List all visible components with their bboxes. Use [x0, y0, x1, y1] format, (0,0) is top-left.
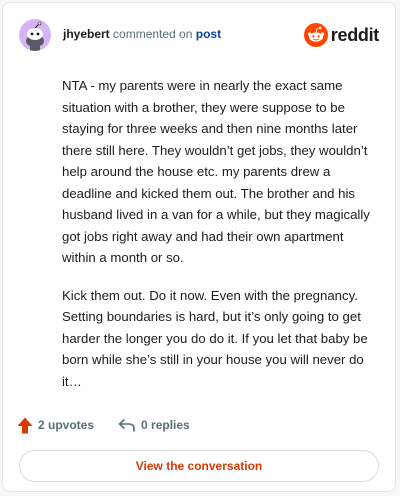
comment-header: jhyebert commented on post reddit [19, 19, 379, 51]
comment-byline: jhyebert commented on post [63, 27, 221, 41]
view-conversation-button[interactable]: View the conversation [19, 450, 379, 482]
post-link[interactable]: post [196, 27, 221, 41]
reply-arrow-icon [118, 419, 135, 432]
byline-action-text: commented on [113, 27, 193, 41]
snoo-avatar-icon [26, 21, 44, 51]
comment-actions: 2 upvotes 0 replies [17, 415, 190, 435]
comment-body: NTA - my parents were in nearly the exac… [62, 75, 374, 408]
reddit-logo[interactable]: reddit [303, 22, 380, 48]
username-link[interactable]: jhyebert [63, 27, 110, 41]
reply-action[interactable]: 0 replies [118, 417, 190, 433]
reddit-logo-icon [303, 23, 328, 47]
user-avatar[interactable] [19, 19, 51, 51]
comment-paragraph: NTA - my parents were in nearly the exac… [62, 78, 370, 265]
upvote-arrow-icon [17, 417, 33, 433]
reply-count: 0 replies [141, 418, 190, 432]
logo-wordmark: reddit [330, 24, 380, 45]
comment-paragraph: Kick them out. Do it now. Even with the … [62, 287, 368, 389]
upvote-action[interactable]: 2 upvotes [17, 417, 94, 434]
comment-embed-card: jhyebert commented on post reddit NTA - … [2, 2, 396, 492]
upvote-count: 2 upvotes [38, 418, 95, 432]
